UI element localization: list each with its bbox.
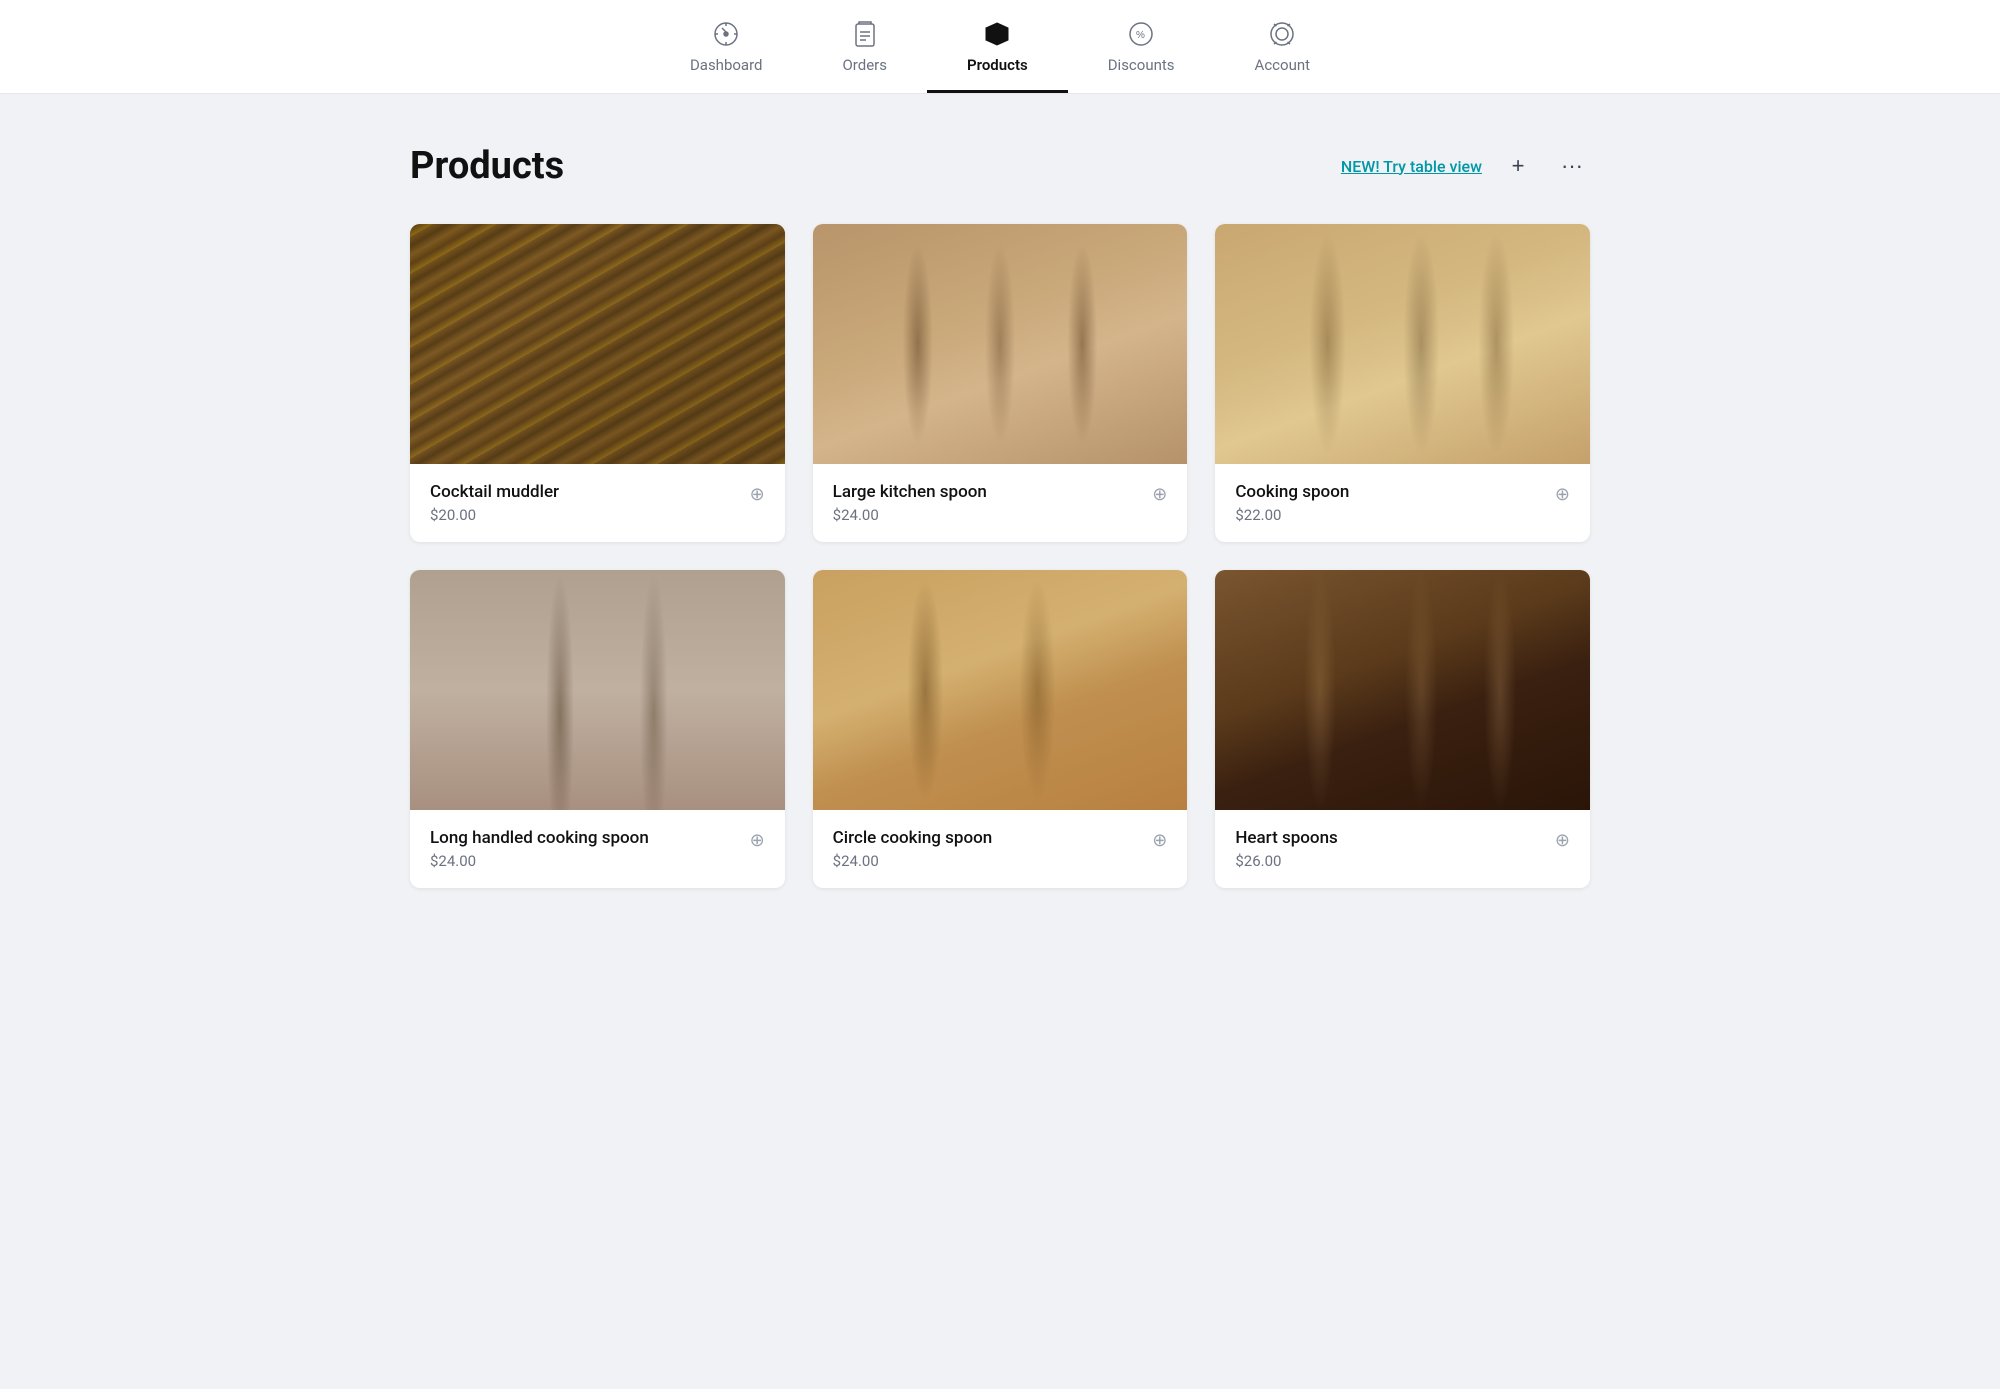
drag-handle-cocktail-muddler[interactable]: ⊕: [750, 484, 765, 505]
product-info-long-handled-cooking-spoon: Long handled cooking spoon $24.00 ⊕: [410, 810, 785, 888]
product-card-circle-cooking-spoon[interactable]: Circle cooking spoon $24.00 ⊕: [813, 570, 1188, 888]
nav-item-dashboard[interactable]: Dashboard: [650, 0, 803, 93]
more-options-button[interactable]: ···: [1554, 148, 1590, 184]
page-title: Products: [410, 144, 564, 188]
product-image-cocktail-muddler: [410, 224, 785, 464]
product-info-large-kitchen-spoon: Large kitchen spoon $24.00 ⊕: [813, 464, 1188, 542]
drag-handle-heart-spoons[interactable]: ⊕: [1555, 830, 1570, 851]
product-details: Cooking spoon $22.00: [1235, 482, 1349, 524]
product-image-cooking-spoon: [1215, 224, 1590, 464]
product-name-long-handled-cooking-spoon: Long handled cooking spoon: [430, 828, 649, 848]
nav-item-discounts[interactable]: % Discounts: [1068, 0, 1215, 93]
product-card-cocktail-muddler[interactable]: Cocktail muddler $20.00 ⊕: [410, 224, 785, 542]
product-price-heart-spoons: $26.00: [1235, 852, 1337, 870]
products-icon: [981, 18, 1013, 50]
page-header: Products NEW! Try table view + ···: [410, 144, 1590, 188]
nav-label-account: Account: [1255, 56, 1311, 74]
drag-handle-circle-cooking-spoon[interactable]: ⊕: [1152, 830, 1167, 851]
product-price-large-kitchen-spoon: $24.00: [833, 506, 987, 524]
drag-handle-long-handled-cooking-spoon[interactable]: ⊕: [750, 830, 765, 851]
product-card-long-handled-cooking-spoon[interactable]: Long handled cooking spoon $24.00 ⊕: [410, 570, 785, 888]
product-card-cooking-spoon[interactable]: Cooking spoon $22.00 ⊕: [1215, 224, 1590, 542]
table-view-link[interactable]: NEW! Try table view: [1341, 157, 1482, 176]
product-info-cocktail-muddler: Cocktail muddler $20.00 ⊕: [410, 464, 785, 542]
product-price-long-handled-cooking-spoon: $24.00: [430, 852, 649, 870]
product-details: Long handled cooking spoon $24.00: [430, 828, 649, 870]
product-card-heart-spoons[interactable]: Heart spoons $26.00 ⊕: [1215, 570, 1590, 888]
product-name-heart-spoons: Heart spoons: [1235, 828, 1337, 848]
nav-label-discounts: Discounts: [1108, 56, 1175, 74]
nav-item-products[interactable]: Products: [927, 0, 1068, 93]
product-price-circle-cooking-spoon: $24.00: [833, 852, 993, 870]
product-price-cooking-spoon: $22.00: [1235, 506, 1349, 524]
product-image-large-kitchen-spoon: [813, 224, 1188, 464]
main-content: Products NEW! Try table view + ··· Cockt…: [350, 94, 1650, 938]
product-card-large-kitchen-spoon[interactable]: Large kitchen spoon $24.00 ⊕: [813, 224, 1188, 542]
nav-label-products: Products: [967, 56, 1028, 74]
drag-handle-large-kitchen-spoon[interactable]: ⊕: [1152, 484, 1167, 505]
product-details: Circle cooking spoon $24.00: [833, 828, 993, 870]
nav-label-dashboard: Dashboard: [690, 56, 763, 74]
dashboard-icon: [710, 18, 742, 50]
account-icon: [1266, 18, 1298, 50]
svg-text:%: %: [1136, 30, 1145, 41]
product-details: Cocktail muddler $20.00: [430, 482, 559, 524]
product-name-cooking-spoon: Cooking spoon: [1235, 482, 1349, 502]
product-image-circle-cooking-spoon: [813, 570, 1188, 810]
product-details: Heart spoons $26.00: [1235, 828, 1337, 870]
product-details: Large kitchen spoon $24.00: [833, 482, 987, 524]
nav-label-orders: Orders: [842, 56, 887, 74]
product-info-cooking-spoon: Cooking spoon $22.00 ⊕: [1215, 464, 1590, 542]
top-navigation: Dashboard Orders Products %: [0, 0, 2000, 94]
product-name-cocktail-muddler: Cocktail muddler: [430, 482, 559, 502]
drag-handle-cooking-spoon[interactable]: ⊕: [1555, 484, 1570, 505]
product-name-large-kitchen-spoon: Large kitchen spoon: [833, 482, 987, 502]
product-info-circle-cooking-spoon: Circle cooking spoon $24.00 ⊕: [813, 810, 1188, 888]
product-price-cocktail-muddler: $20.00: [430, 506, 559, 524]
product-info-heart-spoons: Heart spoons $26.00 ⊕: [1215, 810, 1590, 888]
product-name-circle-cooking-spoon: Circle cooking spoon: [833, 828, 993, 848]
nav-item-account[interactable]: Account: [1215, 0, 1351, 93]
product-image-heart-spoons: [1215, 570, 1590, 810]
products-grid: Cocktail muddler $20.00 ⊕ Large kitchen …: [410, 224, 1590, 888]
header-actions: NEW! Try table view + ···: [1341, 148, 1590, 184]
orders-icon: [849, 18, 881, 50]
product-image-long-handled-cooking-spoon: [410, 570, 785, 810]
nav-item-orders[interactable]: Orders: [802, 0, 927, 93]
add-product-button[interactable]: +: [1500, 148, 1536, 184]
discounts-icon: %: [1125, 18, 1157, 50]
